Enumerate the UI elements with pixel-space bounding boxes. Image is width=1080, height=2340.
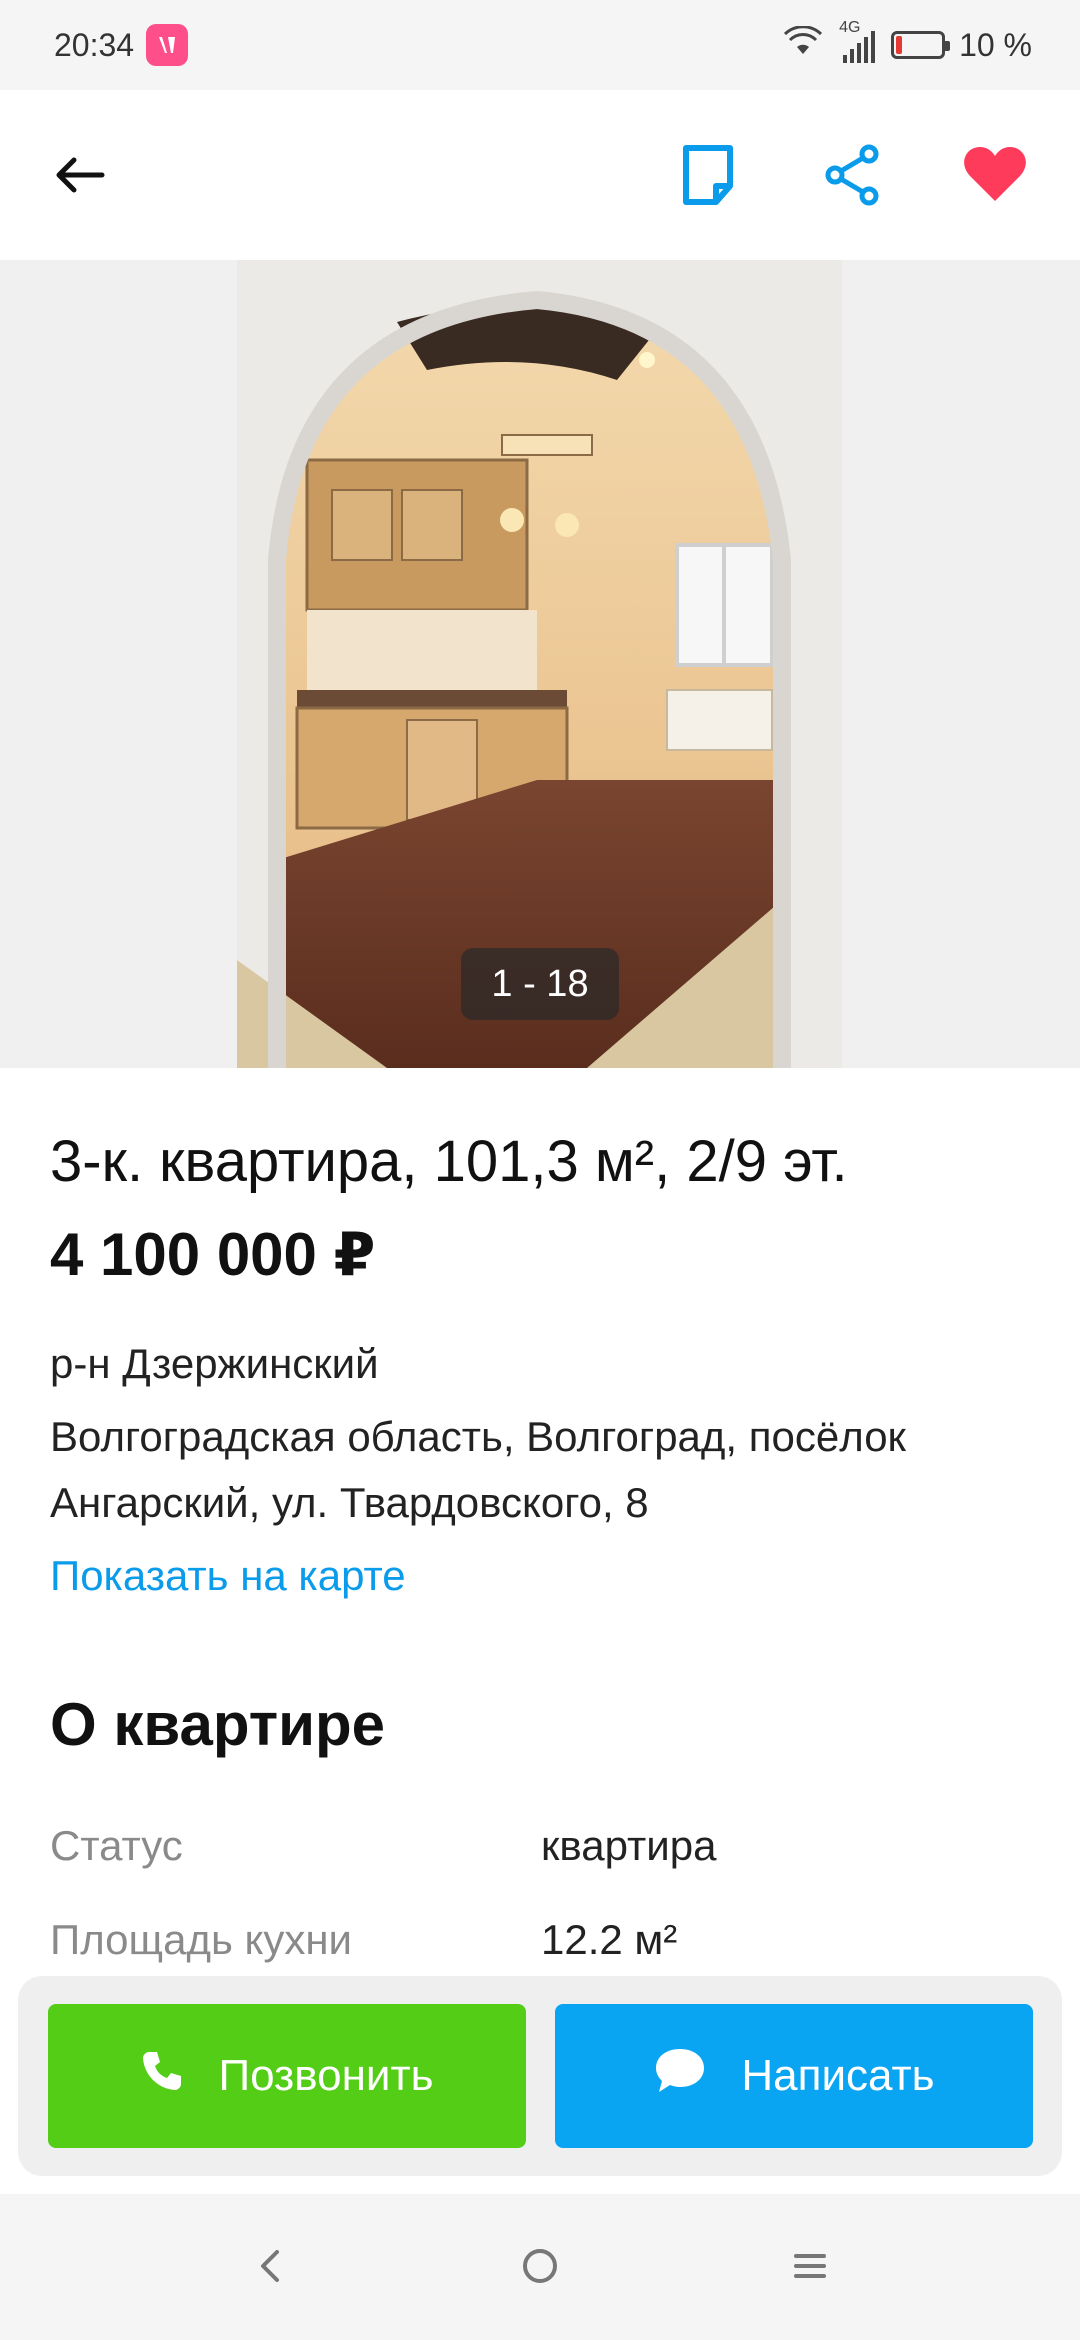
status-left: 20:34 — [54, 24, 189, 66]
photo-gallery[interactable]: 1 - 18 — [0, 260, 1080, 1068]
address-line-1: Волгоградская область, Волгоград, посёло… — [50, 1413, 906, 1460]
app-bar — [0, 90, 1080, 260]
write-button-label: Написать — [741, 2051, 935, 2100]
note-icon[interactable] — [673, 140, 743, 210]
nav-home-icon[interactable] — [510, 2236, 570, 2296]
battery-icon — [891, 31, 951, 59]
signal-icon: 4G — [837, 19, 877, 65]
heart-icon[interactable] — [960, 140, 1030, 210]
photo-counter: 1 - 18 — [461, 948, 619, 1020]
app-notification-icon — [146, 24, 189, 66]
write-button[interactable]: Написать — [555, 2004, 1033, 2148]
status-bar: 20:34 4G 10 % — [0, 0, 1080, 90]
show-on-map-link[interactable]: Показать на карте — [50, 1552, 406, 1600]
share-icon[interactable] — [818, 140, 888, 210]
about-section-title: О квартире — [50, 1691, 385, 1758]
system-nav-bar — [0, 2194, 1080, 2340]
status-right: 4G 10 % — [783, 19, 1032, 65]
address-line-2: Ангарский, ул. Твардовского, 8 — [50, 1479, 649, 1526]
battery-percent: 10 % — [959, 26, 1032, 63]
call-button-label: Позвонить — [218, 2051, 434, 2100]
call-button[interactable]: Позвонить — [48, 2004, 526, 2148]
nav-menu-icon[interactable] — [780, 2236, 840, 2296]
listing-district: р-н Дзержинский — [50, 1340, 379, 1387]
chat-bubble-icon — [653, 2046, 707, 2107]
listing-address: Волгоградская область, Волгоград, посёло… — [50, 1404, 1050, 1536]
listing-price: 4 100 000 ₽ — [50, 1221, 376, 1288]
status-time: 20:34 — [54, 26, 135, 63]
param-value: 12.2 м² — [541, 1916, 678, 1963]
wifi-icon — [783, 25, 823, 64]
listing-title: 3-к. квартира, 101,3 м², 2/9 эт. — [50, 1129, 848, 1194]
param-value: квартира — [541, 1822, 717, 1869]
back-arrow-icon[interactable] — [50, 145, 110, 205]
action-panel: Позвонить Написать — [18, 1976, 1062, 2176]
phone-icon — [140, 2049, 184, 2104]
nav-back-icon[interactable] — [240, 2236, 300, 2296]
param-label: Статус — [50, 1822, 183, 1869]
param-label: Площадь кухни — [50, 1916, 352, 1963]
listing-photo[interactable] — [237, 260, 842, 1068]
